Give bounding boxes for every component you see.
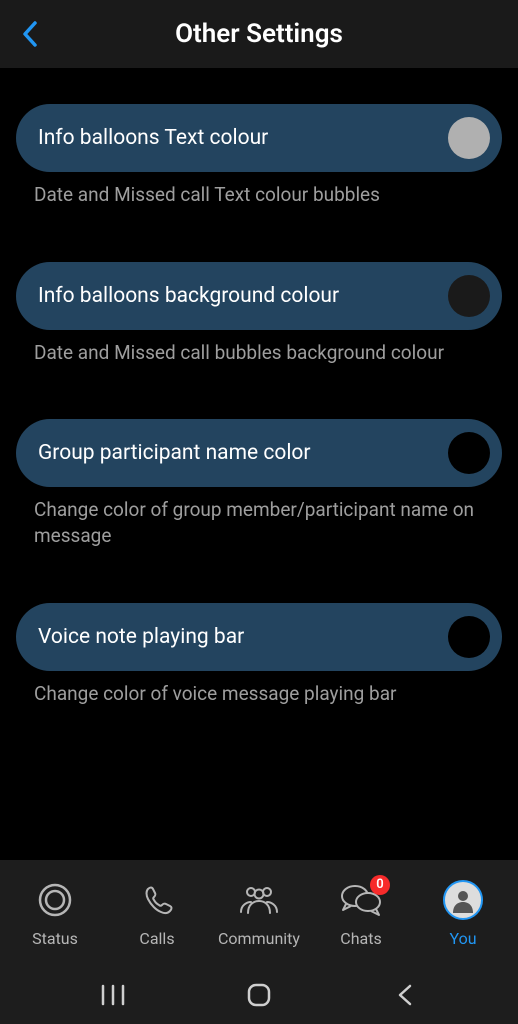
settings-list: Info balloons Text colour Date and Misse… <box>0 68 518 860</box>
setting-voice-note-playing-bar[interactable]: Voice note playing bar <box>16 603 502 671</box>
phone-icon <box>137 880 177 920</box>
setting-description: Change color of group member/participant… <box>16 487 502 548</box>
setting-description: Date and Missed call bubbles background … <box>16 330 502 366</box>
tab-you[interactable]: You <box>412 877 514 948</box>
bottom-tab-bar: Status Calls Community <box>0 860 518 966</box>
back-button[interactable] <box>10 14 50 54</box>
tab-label: You <box>449 929 476 948</box>
setting-item: Voice note playing bar Change color of v… <box>16 603 502 707</box>
sysnav-home[interactable] <box>186 982 332 1008</box>
color-swatch <box>448 117 490 159</box>
tab-calls[interactable]: Calls <box>106 877 208 948</box>
setting-label: Voice note playing bar <box>38 625 244 649</box>
setting-label: Info balloons background colour <box>38 284 339 308</box>
tab-status[interactable]: Status <box>4 877 106 948</box>
setting-item: Info balloons Text colour Date and Misse… <box>16 104 502 208</box>
color-swatch <box>448 275 490 317</box>
setting-info-balloons-text-colour[interactable]: Info balloons Text colour <box>16 104 502 172</box>
avatar-icon <box>443 880 483 920</box>
back-icon <box>396 983 414 1007</box>
setting-label: Group participant name color <box>38 441 311 465</box>
setting-description: Change color of voice message playing ba… <box>16 671 502 707</box>
setting-description: Date and Missed call Text colour bubbles <box>16 172 502 208</box>
chevron-left-icon <box>20 19 40 49</box>
setting-item: Group participant name color Change colo… <box>16 419 502 548</box>
tab-community[interactable]: Community <box>208 877 310 948</box>
tab-chats[interactable]: 0 Chats <box>310 877 412 948</box>
recents-icon <box>100 984 126 1006</box>
setting-item: Info balloons background colour Date and… <box>16 262 502 366</box>
chats-badge: 0 <box>370 875 390 895</box>
topbar: Other Settings <box>0 0 518 68</box>
sysnav-back[interactable] <box>332 983 478 1007</box>
tab-label: Chats <box>340 929 381 948</box>
page-title: Other Settings <box>0 19 518 49</box>
sysnav-recents[interactable] <box>40 984 186 1006</box>
system-nav-bar <box>0 966 518 1024</box>
setting-group-participant-name-color[interactable]: Group participant name color <box>16 419 502 487</box>
color-swatch <box>448 432 490 474</box>
community-icon <box>235 880 283 920</box>
setting-label: Info balloons Text colour <box>38 126 268 150</box>
tab-label: Status <box>32 929 78 948</box>
tab-label: Calls <box>139 929 174 948</box>
color-swatch <box>448 616 490 658</box>
status-icon <box>35 880 75 920</box>
home-icon <box>246 982 272 1008</box>
setting-info-balloons-background-colour[interactable]: Info balloons background colour <box>16 262 502 330</box>
tab-label: Community <box>218 929 300 948</box>
